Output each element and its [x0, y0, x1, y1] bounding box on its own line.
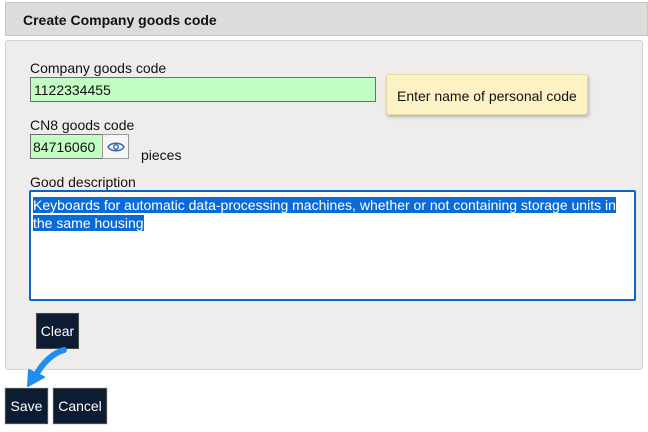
- save-button[interactable]: Save: [4, 387, 49, 425]
- description-textarea[interactable]: Keyboards for automatic data-processing …: [29, 190, 636, 301]
- view-cn8-button[interactable]: [102, 134, 129, 159]
- cn8-code-input[interactable]: [30, 134, 103, 159]
- cn8-code-label: CN8 goods code: [30, 117, 135, 133]
- description-text: Keyboards for automatic data-processing …: [33, 197, 616, 231]
- clear-button[interactable]: Clear: [35, 312, 80, 350]
- company-code-input[interactable]: [30, 77, 376, 102]
- eye-icon: [106, 142, 125, 151]
- dialog-title: Create Company goods code: [23, 12, 217, 28]
- cancel-button[interactable]: Cancel: [52, 387, 108, 425]
- description-label: Good description: [30, 174, 136, 190]
- tooltip: Enter name of personal code: [386, 74, 588, 115]
- unit-label: pieces: [141, 147, 182, 163]
- tooltip-text: Enter name of personal code: [397, 88, 577, 104]
- dialog-header: Create Company goods code: [5, 2, 648, 36]
- company-code-label: Company goods code: [30, 60, 167, 76]
